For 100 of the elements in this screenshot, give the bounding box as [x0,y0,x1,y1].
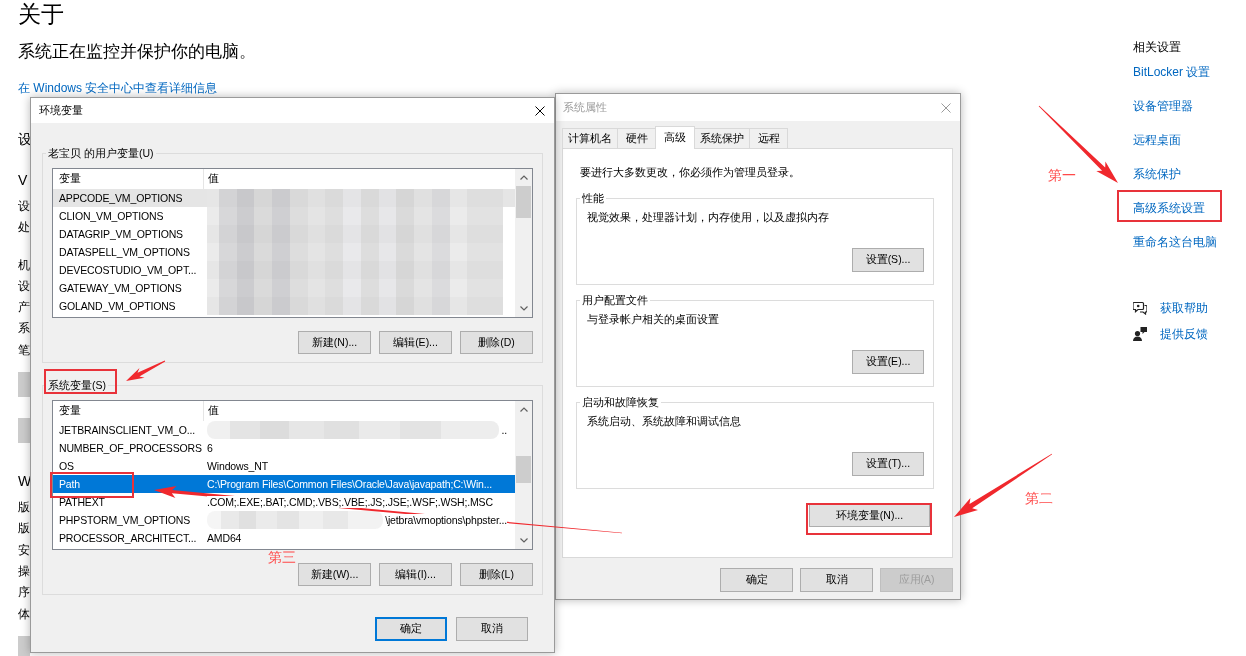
variable-name: DATASPELL_VM_OPTIONS [59,246,190,258]
dialog-button[interactable]: 新建(N)... [298,331,371,354]
section-title: 相关设置 [1133,40,1181,55]
annotation-arrow [126,360,166,381]
variable-name: PATHEXT [59,496,105,508]
page-text: 笔 [18,341,30,359]
chevron-down-icon[interactable] [519,306,528,311]
group-label: 系统变量(S) [48,379,106,391]
dialog-button[interactable]: 确定 [720,568,793,592]
page-text: 版 [18,520,30,538]
settings-link[interactable]: 设备管理器 [1133,99,1193,113]
page-text: 安 [18,541,30,559]
group-label: 用户配置文件 [581,293,649,307]
scrollbar-thumb[interactable] [516,456,531,483]
variable-name: OS [59,460,74,472]
list-row[interactable]: JETBRAINSCLIENT_VM_O... .. [53,421,515,439]
annotation-label: 第二 [1025,490,1053,506]
dialog-button[interactable]: 编辑(E)... [379,331,452,354]
settings-button[interactable]: 设置(S)... [852,248,924,272]
security-link[interactable]: 在 Windows 安全中心中查看详细信息 [18,81,218,95]
list-row[interactable]: NUMBER_OF_PROCESSORS 6 [53,439,515,457]
annotation-label: 第三 [268,549,296,565]
scrollbar-thumb[interactable] [516,186,531,218]
variable-name: Path [59,478,80,490]
list-row[interactable]: PROCESSOR_ARCHITECT... AMD64 [53,529,515,547]
list-row[interactable]: PATHEXT .COM;.EXE;.BAT;.CMD;.VBS;.VBE;.JS;.JSE;.WSF;.WSH;.MSC [53,493,515,511]
tab[interactable]: 远程 [749,128,788,148]
window-title: 环境变量 [39,103,83,118]
page-title: 关于 [18,0,64,28]
column-header[interactable]: 值 [208,404,219,418]
help-link[interactable]: 提供反馈 [1160,325,1208,343]
page-text: 操 [18,562,30,580]
list-row[interactable]: GATEWAY_VM_OPTIONS [53,279,515,297]
column-header[interactable]: 变量 [59,404,81,418]
page-text: 系 [18,320,30,338]
person-speech-icon [1133,327,1147,341]
list-row[interactable]: DATAGRIP_VM_OPTIONS [53,225,515,243]
dialog-button[interactable]: 取消 [800,568,873,592]
page-text: 产 [18,299,30,317]
page-button[interactable] [18,372,30,398]
list-row[interactable]: APPCODE_VM_OPTIONS [53,189,515,207]
settings-link[interactable]: 重命名这台电脑 [1133,235,1217,249]
list-row[interactable]: PHPSTORM_VM_OPTIONS \jetbra\vmoptions\phpster... [53,511,515,529]
chevron-up-icon[interactable] [519,407,528,412]
variable-value: 6 [207,442,213,454]
settings-button[interactable]: 设置(T)... [852,452,924,476]
list-row[interactable]: OS Windows_NT [53,457,515,475]
group-description: 视觉效果，处理器计划，内存使用，以及虚拟内存 [587,210,830,224]
column-header[interactable]: 变量 [59,172,81,186]
variable-name: DEVECOSTUDIO_VM_OPT... [59,264,197,276]
page-text: 体 [18,605,30,623]
notice-text: 要进行大多数更改，你必须作为管理员登录。 [579,165,801,179]
settings-button[interactable]: 设置(E)... [852,350,924,374]
chevron-up-icon[interactable] [519,175,528,180]
variable-name: PROCESSOR_ARCHITECT... [59,532,197,544]
page-text: 序 [18,584,30,602]
help-link[interactable]: 获取帮助 [1160,299,1208,317]
dialog-button[interactable]: 删除(L) [460,563,533,586]
tab[interactable]: 计算机名 [562,128,618,148]
variable-value: \jetbra\vmoptions\phpster... [385,514,507,526]
page-button[interactable] [18,418,30,444]
chevron-down-icon[interactable] [519,538,528,543]
variable-name: PHPSTORM_VM_OPTIONS [59,514,191,526]
variable-name: JETBRAINSCLIENT_VM_O... [59,424,195,436]
list-row[interactable]: DATASPELL_VM_OPTIONS [53,243,515,261]
group-description: 与登录帐户相关的桌面设置 [587,312,720,326]
list-row[interactable]: GOLAND_VM_OPTIONS [53,297,515,315]
dialog-button[interactable]: 新建(W)... [298,563,371,586]
dialog-button[interactable]: 确定 [375,617,447,641]
environment-variables-button[interactable]: 环境变量(N)... [809,504,930,527]
variable-name: CLION_VM_OPTIONS [59,210,164,222]
dialog-button[interactable]: 编辑(I)... [379,563,452,586]
settings-link[interactable]: 高级系统设置 [1133,201,1205,215]
variable-value: AMD64 [207,532,242,544]
page-text: 设 [18,277,30,295]
variable-name: GATEWAY_VM_OPTIONS [59,282,182,294]
status-text: 系统正在监控并保护你的电脑。 [18,41,256,62]
section-heading: V [18,171,28,190]
close-icon [535,105,545,116]
list-row[interactable]: CLION_VM_OPTIONS [53,207,515,225]
scrollbar[interactable] [515,169,532,317]
list-row[interactable]: DEVECOSTUDIO_VM_OPT... [53,261,515,279]
dialog-button[interactable]: 取消 [456,617,528,641]
page-text: 机 [18,256,30,274]
variable-name: NUMBER_OF_PROCESSORS [59,442,202,454]
variable-name: APPCODE_VM_OPTIONS [59,192,183,204]
settings-link[interactable]: 远程桌面 [1133,133,1181,147]
annotation-label: 第一 [1048,167,1076,183]
page-text: 处 [18,219,30,237]
page-text: 版 [18,499,30,517]
dialog-button[interactable]: 删除(D) [460,331,533,354]
scrollbar[interactable] [515,401,532,549]
page-text: 设 [18,198,30,215]
tab[interactable]: 高级 [655,126,695,149]
column-header[interactable]: 值 [208,172,219,186]
section-heading: W [18,472,32,492]
settings-link[interactable]: 系统保护 [1133,167,1181,181]
settings-link[interactable]: BitLocker 设置 [1133,65,1211,79]
page-button[interactable] [18,635,30,656]
group-label: 老宝贝 的用户变量(U) [48,147,154,159]
